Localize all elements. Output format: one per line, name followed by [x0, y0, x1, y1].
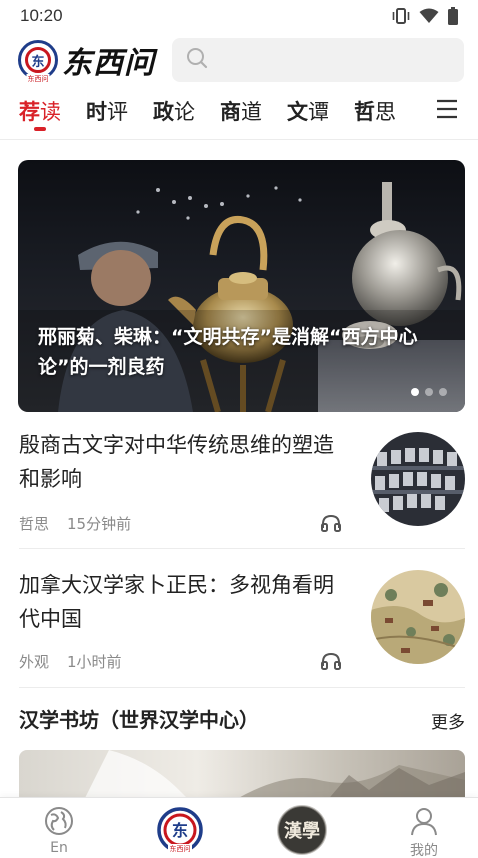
- tab-label-bold: 荐: [19, 100, 40, 124]
- article-card[interactable]: 殷商古文字对中华传统思维的塑造和影响 哲思 15分钟前: [19, 428, 465, 538]
- tab-label-light: 谭: [308, 100, 329, 124]
- nav-item-profile[interactable]: 我的: [384, 798, 464, 858]
- status-time: 10:20: [20, 6, 63, 25]
- nav-item-hanxue[interactable]: 漢學: [262, 798, 342, 858]
- article-card[interactable]: 加拿大汉学家卜正民：多视角看明代中国 外观 1小时前: [19, 568, 465, 678]
- logo-sub: 东西问: [26, 74, 50, 84]
- logo-badge-icon: 东 东西问: [18, 40, 58, 84]
- nav-label: 我的: [410, 843, 438, 858]
- wifi-icon: [419, 8, 439, 24]
- article-title[interactable]: 殷商古文字对中华传统思维的塑造和影响: [19, 428, 349, 496]
- article-time: 15分钟前: [67, 515, 132, 533]
- nav-label: En: [50, 840, 68, 856]
- search-icon: [186, 47, 208, 73]
- article-category: 哲思: [19, 515, 50, 533]
- battery-icon: [448, 7, 458, 25]
- tab-3[interactable]: 商道: [220, 90, 262, 132]
- article-meta: 哲思 15分钟前: [19, 513, 131, 534]
- tab-label-light: 道: [241, 100, 262, 124]
- globe-icon: [44, 806, 74, 840]
- headphone-icon[interactable]: [321, 514, 341, 536]
- tab-label-bold: 时: [86, 100, 107, 124]
- more-link[interactable]: 更多: [431, 708, 465, 733]
- list-divider: [19, 687, 465, 688]
- svg-text:漢學: 漢學: [284, 820, 320, 842]
- dongxiwen-logo-icon: 东东西问: [156, 806, 204, 858]
- logo-text: 东西问: [62, 46, 155, 81]
- app-logo[interactable]: 东 东西问 东西问: [18, 38, 168, 84]
- tab-1[interactable]: 时评: [86, 90, 128, 132]
- article-time: 1小时前: [67, 653, 122, 671]
- tab-label-light: 读: [40, 100, 61, 124]
- nav-item-dongxiwen[interactable]: 东东西问: [140, 798, 220, 858]
- search-input[interactable]: [172, 38, 464, 82]
- carousel-dot[interactable]: [425, 388, 433, 396]
- tab-4[interactable]: 文谭: [287, 90, 329, 132]
- menu-icon[interactable]: [436, 99, 458, 123]
- status-bar: 10:20: [0, 0, 478, 32]
- list-divider: [19, 548, 465, 549]
- svg-text:东西问: 东西问: [170, 844, 191, 853]
- article-thumbnail[interactable]: [371, 570, 465, 664]
- section-header: 汉学书坊（世界汉学中心） 更多: [19, 704, 465, 738]
- tab-label-bold: 商: [220, 100, 241, 124]
- tab-label-bold: 文: [287, 100, 308, 124]
- carousel-dot[interactable]: [439, 388, 447, 396]
- tab-5[interactable]: 哲思: [354, 90, 396, 132]
- status-icons: [392, 7, 458, 25]
- app-header: 东 东西问 东西问: [0, 34, 478, 86]
- hero-carousel[interactable]: 邢丽菊、柴琳：“文明共存”是消解“西方中心论”的一剂良药: [18, 160, 465, 412]
- article-thumbnail[interactable]: [371, 432, 465, 526]
- article-title[interactable]: 加拿大汉学家卜正民：多视角看明代中国: [19, 568, 349, 636]
- channel-tabs: 荐读 时评 政论 商道 文谭 哲思: [0, 90, 478, 136]
- vibrate-icon: [392, 8, 410, 24]
- headphone-icon[interactable]: [321, 652, 341, 674]
- carousel-indicator: [411, 388, 447, 396]
- article-category: 外观: [19, 653, 50, 671]
- hero-title[interactable]: 邢丽菊、柴琳：“文明共存”是消解“西方中心论”的一剂良药: [38, 322, 448, 382]
- hanxue-logo-icon: 漢學: [276, 804, 328, 858]
- article-meta: 外观 1小时前: [19, 651, 122, 672]
- tab-label-light: 思: [375, 100, 396, 124]
- tab-label-bold: 哲: [354, 100, 375, 124]
- user-icon: [409, 806, 439, 840]
- tab-2[interactable]: 政论: [153, 90, 195, 132]
- svg-text:东: 东: [172, 821, 188, 840]
- tab-label-light: 评: [107, 100, 128, 124]
- tab-0[interactable]: 荐读: [19, 90, 61, 132]
- tab-label-bold: 政: [153, 100, 174, 124]
- section-title: 汉学书坊（世界汉学中心）: [19, 708, 259, 732]
- header-divider: [0, 139, 478, 140]
- bottom-nav: En 东东西问 漢學 我的: [0, 797, 478, 858]
- carousel-dot[interactable]: [411, 388, 419, 396]
- nav-item-en[interactable]: En: [19, 798, 99, 858]
- tab-label-light: 论: [174, 100, 195, 124]
